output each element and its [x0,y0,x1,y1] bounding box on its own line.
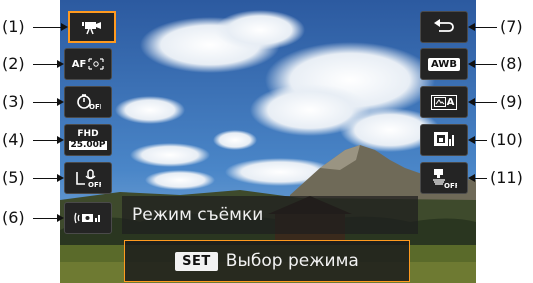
select-mode-hint: Выбор режима [225,251,359,271]
callout-10: (10) [490,130,523,149]
callout-line-5 [33,178,57,179]
callout-line-10 [475,140,487,141]
callout-arrow-6 [57,214,64,222]
callout-arrow-5 [57,174,64,182]
af-method-icon: AF [72,58,105,70]
callout-line-1 [33,27,61,28]
set-hint-bar[interactable]: SET Выбор режима [124,240,410,282]
callout-arrow-2 [57,60,64,68]
shooting-mode-label: Режим съёмки [122,196,418,234]
callout-arrow-9 [468,98,475,106]
callout-line-4 [33,140,57,141]
svg-text:OFF: OFF [88,181,101,188]
white-balance-icon: AWB [428,57,460,71]
svg-text:OFF: OFF [444,182,457,189]
movie-rec-size-icon: FHD 25.00P [69,129,107,150]
callout-8: (8) [500,54,523,73]
callout-5: (5) [2,168,25,187]
callout-arrow-11 [468,174,475,182]
callout-line-7 [475,27,497,28]
callout-arrow-8 [468,60,475,68]
self-timer-off-icon: OFF [75,92,101,112]
callout-6: (6) [2,208,25,227]
callout-7: (7) [500,17,523,36]
white-balance-button[interactable]: AWB [420,48,468,80]
callout-line-8 [475,64,497,65]
callout-9: (9) [500,92,523,111]
callout-line-2 [33,64,57,65]
back-button[interactable] [420,11,468,43]
callout-line-3 [33,102,57,103]
picture-style-button[interactable]: A [420,86,468,118]
image-stabilizer-icon [73,209,103,227]
set-key-icon: SET [175,251,218,271]
picture-style-icon: A [430,94,458,110]
callout-line-9 [475,102,497,103]
creative-filter-icon [432,130,456,150]
movie-mode-icon [81,19,103,35]
self-timer-button[interactable]: OFF [64,86,112,118]
callout-arrow-7 [468,23,475,31]
movie-mode-button[interactable] [68,11,116,43]
callout-arrow-3 [57,98,64,106]
callout-2: (2) [2,54,25,73]
callout-4: (4) [2,130,25,149]
back-arrow-icon [433,19,455,35]
time-lapse-button[interactable]: OFF [420,162,468,194]
movie-rec-size-button[interactable]: FHD 25.00P [64,124,112,156]
time-lapse-off-icon: OFF [431,167,457,189]
image-stabilizer-button[interactable] [64,202,112,234]
creative-filter-button[interactable] [420,124,468,156]
callout-arrow-10 [468,136,475,144]
callout-line-11 [475,178,487,179]
sound-recording-button[interactable]: OFF [64,162,112,194]
sound-recording-off-icon: OFF [75,168,101,188]
callout-line-6 [33,218,57,219]
camera-screen: AF OFF FHD 25.00P [60,0,476,283]
callout-arrow-1 [61,23,68,31]
callout-3: (3) [2,92,25,111]
svg-text:OFF: OFF [89,103,101,111]
af-method-button[interactable]: AF [64,48,112,80]
callout-11: (11) [490,168,523,187]
callout-arrow-4 [57,136,64,144]
callout-1: (1) [2,17,25,36]
